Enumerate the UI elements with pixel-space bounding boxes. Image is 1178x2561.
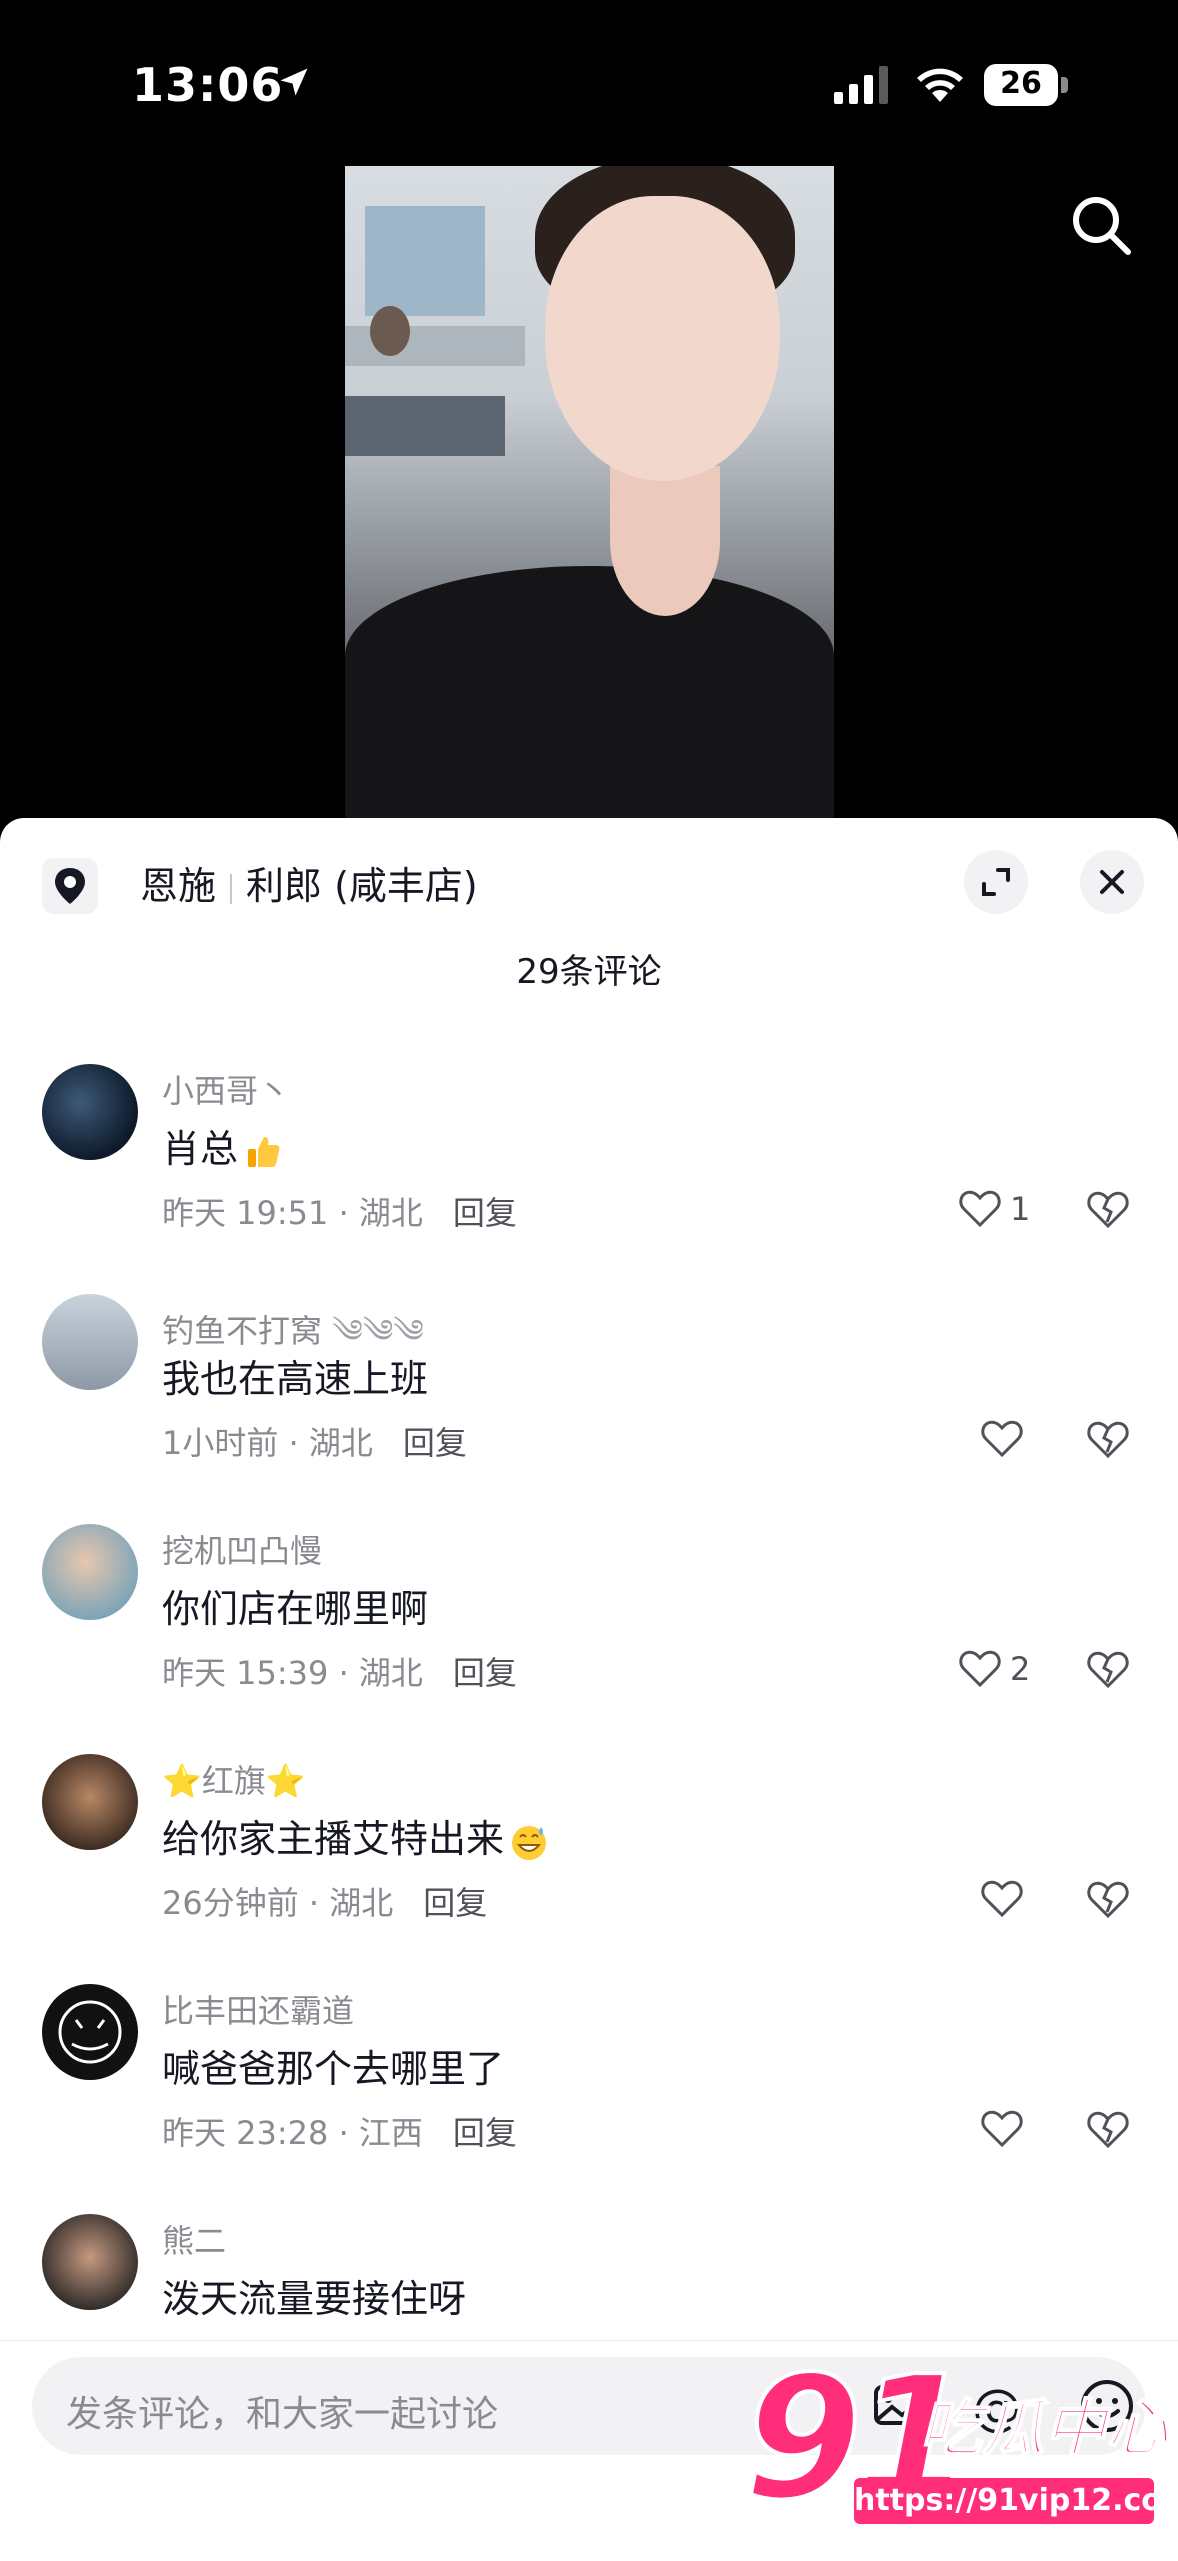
comment-author[interactable]: ⭐红旗⭐: [162, 1756, 306, 1802]
comment-author[interactable]: 熊二: [162, 2216, 226, 2262]
location-arrow-icon: [280, 68, 308, 96]
comment-text: 泼天流量要接住呀: [162, 2277, 467, 2321]
comment-item: 比丰田还霸道 喊爸爸那个去哪里了 昨天 23:28 · 江西 回复: [0, 1984, 1178, 2214]
comment-author[interactable]: 比丰田还霸道: [162, 1986, 354, 2032]
comment-time-location: 昨天 15:39 · 湖北: [162, 1654, 423, 1692]
watermark-logo: 91 吃瓜中心 https://91vip12.com: [742, 2338, 1178, 2540]
sweat-smile-emoji-icon: [512, 1825, 547, 1860]
comment-text-content: 给你家主播艾特出来: [162, 1817, 505, 1861]
expand-button[interactable]: [964, 850, 1028, 914]
reply-button[interactable]: 回复: [403, 1424, 467, 1462]
reply-button[interactable]: 回复: [453, 2114, 517, 2152]
comment-sheet: 恩施 利郎 (咸丰店) 29条评论 小西哥丶 肖总 昨天 19:51 · 湖北 回复…: [0, 818, 1178, 2560]
avatar[interactable]: [42, 1294, 138, 1390]
reply-button[interactable]: 回复: [423, 1884, 487, 1922]
sheet-header: 恩施 利郎 (咸丰店) 29条评论: [0, 818, 1178, 998]
comment-item: ⭐红旗⭐ 给你家主播艾特出来 26分钟前 · 湖北 回复: [0, 1754, 1178, 1984]
heart-icon: [959, 1190, 1001, 1228]
reply-button[interactable]: 回复: [453, 1194, 517, 1232]
location-pin-button[interactable]: [42, 858, 98, 914]
broken-heart-icon[interactable]: [1086, 1646, 1130, 1690]
status-bar: 13:06 26: [0, 0, 1178, 170]
broken-heart-icon[interactable]: [1086, 1416, 1130, 1460]
heart-icon: [981, 1880, 1023, 1918]
broken-heart-icon[interactable]: [1086, 2106, 1130, 2150]
comment-meta: 1小时前 · 湖北 回复: [162, 1418, 467, 1464]
broken-heart-icon[interactable]: [1086, 1876, 1130, 1920]
like-button[interactable]: 2: [958, 1640, 1068, 1700]
comment-meta: 26分钟前 · 湖北 回复: [162, 1878, 487, 1924]
comment-author[interactable]: 挖机凹凸慢: [162, 1526, 322, 1572]
comment-author-name: 钓鱼不打窝: [162, 1312, 323, 1350]
avatar[interactable]: [42, 2214, 138, 2310]
heart-icon: [981, 1420, 1023, 1458]
like-button[interactable]: [958, 1410, 1068, 1470]
store-background: [365, 206, 485, 316]
expand-icon: [982, 868, 1010, 896]
comment-text: 我也在高速上班: [162, 1357, 429, 1401]
comment-count: 29条评论: [516, 952, 662, 992]
close-icon: [1100, 870, 1124, 894]
search-icon[interactable]: [1066, 190, 1136, 260]
comment-text: 你们店在哪里啊: [162, 1587, 429, 1631]
avatar[interactable]: [42, 1524, 138, 1620]
heart-icon: [959, 1650, 1001, 1688]
avatar[interactable]: [42, 1754, 138, 1850]
video-subject-neck: [610, 466, 720, 616]
battery-cap: [1061, 77, 1068, 93]
avatar[interactable]: [42, 1064, 138, 1160]
comment-meta: 昨天 19:51 · 湖北 回复: [162, 1188, 517, 1234]
location-separator: [230, 873, 233, 904]
status-time: 13:06: [132, 58, 284, 112]
location-store: 利郎 (咸丰店): [246, 864, 478, 908]
like-button[interactable]: 1: [958, 1180, 1068, 1240]
watermark-url: https://91vip12.com: [854, 2478, 1178, 2524]
comment-item: 小西哥丶 肖总 昨天 19:51 · 湖北 回复 1: [0, 1064, 1178, 1294]
comment-time-location: 26分钟前 · 湖北: [162, 1884, 394, 1922]
heart-icon: [981, 2110, 1023, 2148]
location-label[interactable]: 恩施 利郎 (咸丰店): [140, 858, 478, 914]
reply-button[interactable]: 回复: [453, 1654, 517, 1692]
close-button[interactable]: [1080, 850, 1144, 914]
thumbs-up-emoji-icon: [248, 1136, 280, 1167]
wave-decoration-icon: ༄༄༄: [332, 1312, 424, 1350]
video-subject-face: [545, 196, 780, 481]
like-count: 2: [1010, 1650, 1031, 1688]
location-pin-icon: [55, 868, 85, 904]
like-count: 1: [1010, 1190, 1031, 1228]
comment-text: 喊爸爸那个去哪里了: [162, 2047, 505, 2091]
comment-input-placeholder: 发条评论，和大家一起讨论: [66, 2394, 499, 2435]
comment-item: 挖机凹凸慢 你们店在哪里啊 昨天 15:39 · 湖北 回复 2: [0, 1524, 1178, 1754]
cellular-signal-icon: [834, 66, 888, 104]
comment-text: 肖总: [162, 1118, 284, 1173]
comment-item: 钓鱼不打窝 ༄༄༄ 我也在高速上班 1小时前 · 湖北 回复: [0, 1294, 1178, 1524]
location-city: 恩施: [140, 864, 217, 908]
video-player[interactable]: [345, 166, 834, 821]
comment-text: 给你家主播艾特出来: [162, 1808, 550, 1863]
like-button[interactable]: [958, 1870, 1068, 1930]
avatar[interactable]: [42, 1984, 138, 2080]
background-person: [370, 306, 410, 356]
comment-time-location: 昨天 23:28 · 江西: [162, 2114, 423, 2152]
battery-level: 26: [1000, 66, 1042, 101]
comment-meta: 昨天 23:28 · 江西 回复: [162, 2108, 517, 2154]
comment-meta: 昨天 15:39 · 湖北 回复: [162, 1648, 517, 1694]
comment-text-content: 肖总: [162, 1127, 239, 1171]
broken-heart-icon[interactable]: [1086, 1186, 1130, 1230]
store-shelf: [345, 396, 505, 456]
watermark-name: 吃瓜中心: [919, 2391, 1169, 2466]
avatar-badge-icon: [58, 2000, 122, 2064]
comment-time-location: 1小时前 · 湖北: [162, 1424, 373, 1462]
comment-time-location: 昨天 19:51 · 湖北: [162, 1194, 423, 1232]
comment-author[interactable]: 小西哥丶: [162, 1066, 290, 1112]
like-button[interactable]: [958, 2100, 1068, 2160]
battery-indicator: 26: [984, 64, 1070, 106]
wifi-icon: [917, 68, 963, 102]
video-subject-body: [345, 566, 834, 821]
